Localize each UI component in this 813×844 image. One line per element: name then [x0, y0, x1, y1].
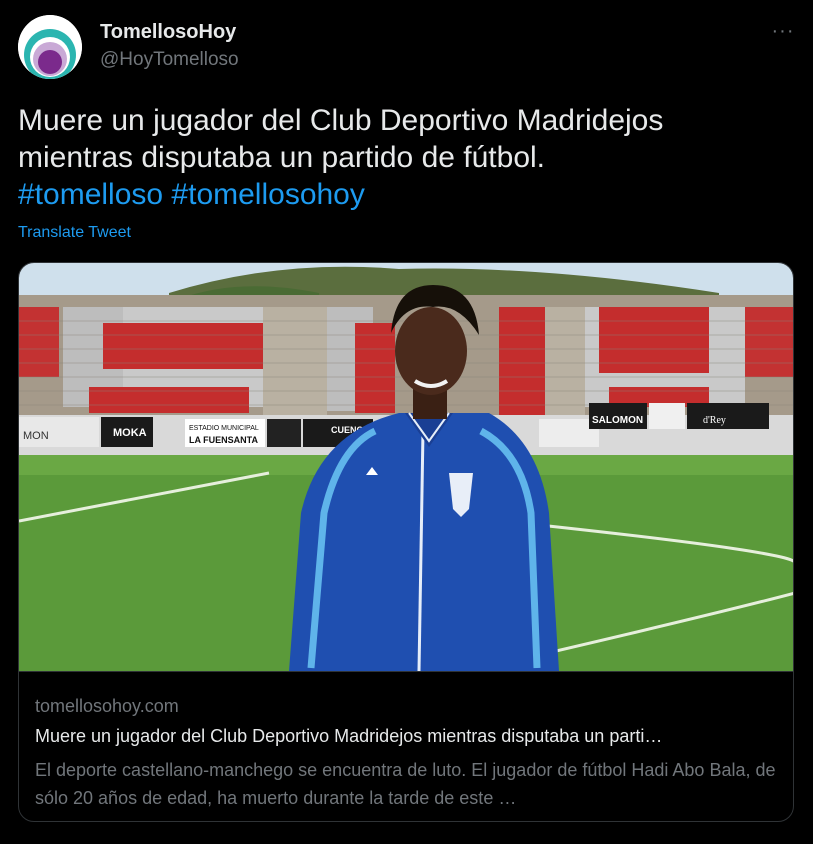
link-card[interactable]: MON MOKA ESTADIO MUNICIPAL LA FUENSANTA …	[18, 262, 794, 822]
author-handle[interactable]: @HoyTomelloso	[100, 49, 239, 71]
ad-moka: MOKA	[113, 427, 147, 439]
hashtag-link[interactable]: #tomelloso	[18, 178, 163, 211]
hashtag-link[interactable]: #tomellosohoy	[171, 178, 364, 211]
card-description: El deporte castellano-manchego se encuen…	[35, 760, 776, 808]
card-image[interactable]: MON MOKA ESTADIO MUNICIPAL LA FUENSANTA …	[19, 263, 793, 672]
ad-mon: MON	[23, 430, 49, 442]
more-icon: ···	[771, 20, 795, 42]
tomellosohoy-logo-icon	[18, 15, 82, 79]
card-title: Muere un jugador del Club Deportivo Madr…	[35, 726, 663, 746]
avatar[interactable]	[18, 15, 82, 79]
ad-estadio-1: ESTADIO MUNICIPAL	[189, 425, 259, 432]
stadium-photo: MON MOKA ESTADIO MUNICIPAL LA FUENSANTA …	[19, 263, 793, 671]
ad-salomon: SALOMON	[592, 415, 643, 426]
ad-estadio-2: LA FUENSANTA	[189, 435, 258, 445]
translate-tweet-link[interactable]: Translate Tweet	[18, 224, 131, 242]
tweet-text: Muere un jugador del Club Deportivo Madr…	[18, 102, 778, 213]
ad-rey: d'Rey	[703, 415, 726, 426]
tweet-body: Muere un jugador del Club Deportivo Madr…	[18, 104, 664, 174]
card-domain: tomellosohoy.com	[35, 696, 179, 716]
author-name[interactable]: TomellosoHoy	[100, 21, 236, 44]
more-options-button[interactable]: ···	[768, 18, 798, 48]
